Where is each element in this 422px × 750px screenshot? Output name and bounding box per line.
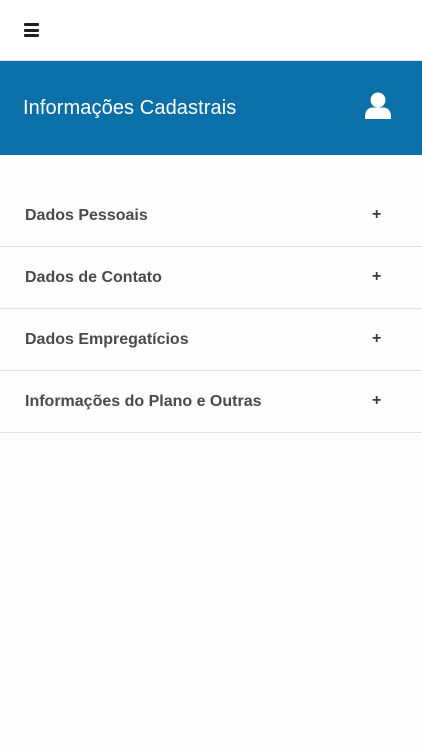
hamburger-menu-icon[interactable] <box>24 23 39 37</box>
page-title: Informações Cadastrais <box>23 97 237 119</box>
plus-icon[interactable]: + <box>372 392 381 410</box>
accordion-item-dados-empregaticios[interactable]: Dados Empregatícios + <box>0 309 422 371</box>
accordion-item-dados-pessoais[interactable]: Dados Pessoais + <box>0 185 422 247</box>
plus-icon[interactable]: + <box>372 330 381 348</box>
accordion-item-label: Dados de Contato <box>25 269 162 286</box>
plus-icon[interactable]: + <box>372 268 381 286</box>
top-bar <box>0 0 422 61</box>
accordion-item-dados-de-contato[interactable]: Dados de Contato + <box>0 247 422 309</box>
page-header: Informações Cadastrais <box>0 61 422 155</box>
accordion-item-label: Dados Empregatícios <box>25 331 189 348</box>
accordion-list: Dados Pessoais + Dados de Contato + Dado… <box>0 185 422 433</box>
accordion-item-label: Dados Pessoais <box>25 207 148 224</box>
user-icon[interactable] <box>365 92 391 125</box>
plus-icon[interactable]: + <box>372 206 381 224</box>
accordion-item-informacoes-do-plano[interactable]: Informações do Plano e Outras + <box>0 371 422 433</box>
accordion-item-label: Informações do Plano e Outras <box>25 393 262 410</box>
